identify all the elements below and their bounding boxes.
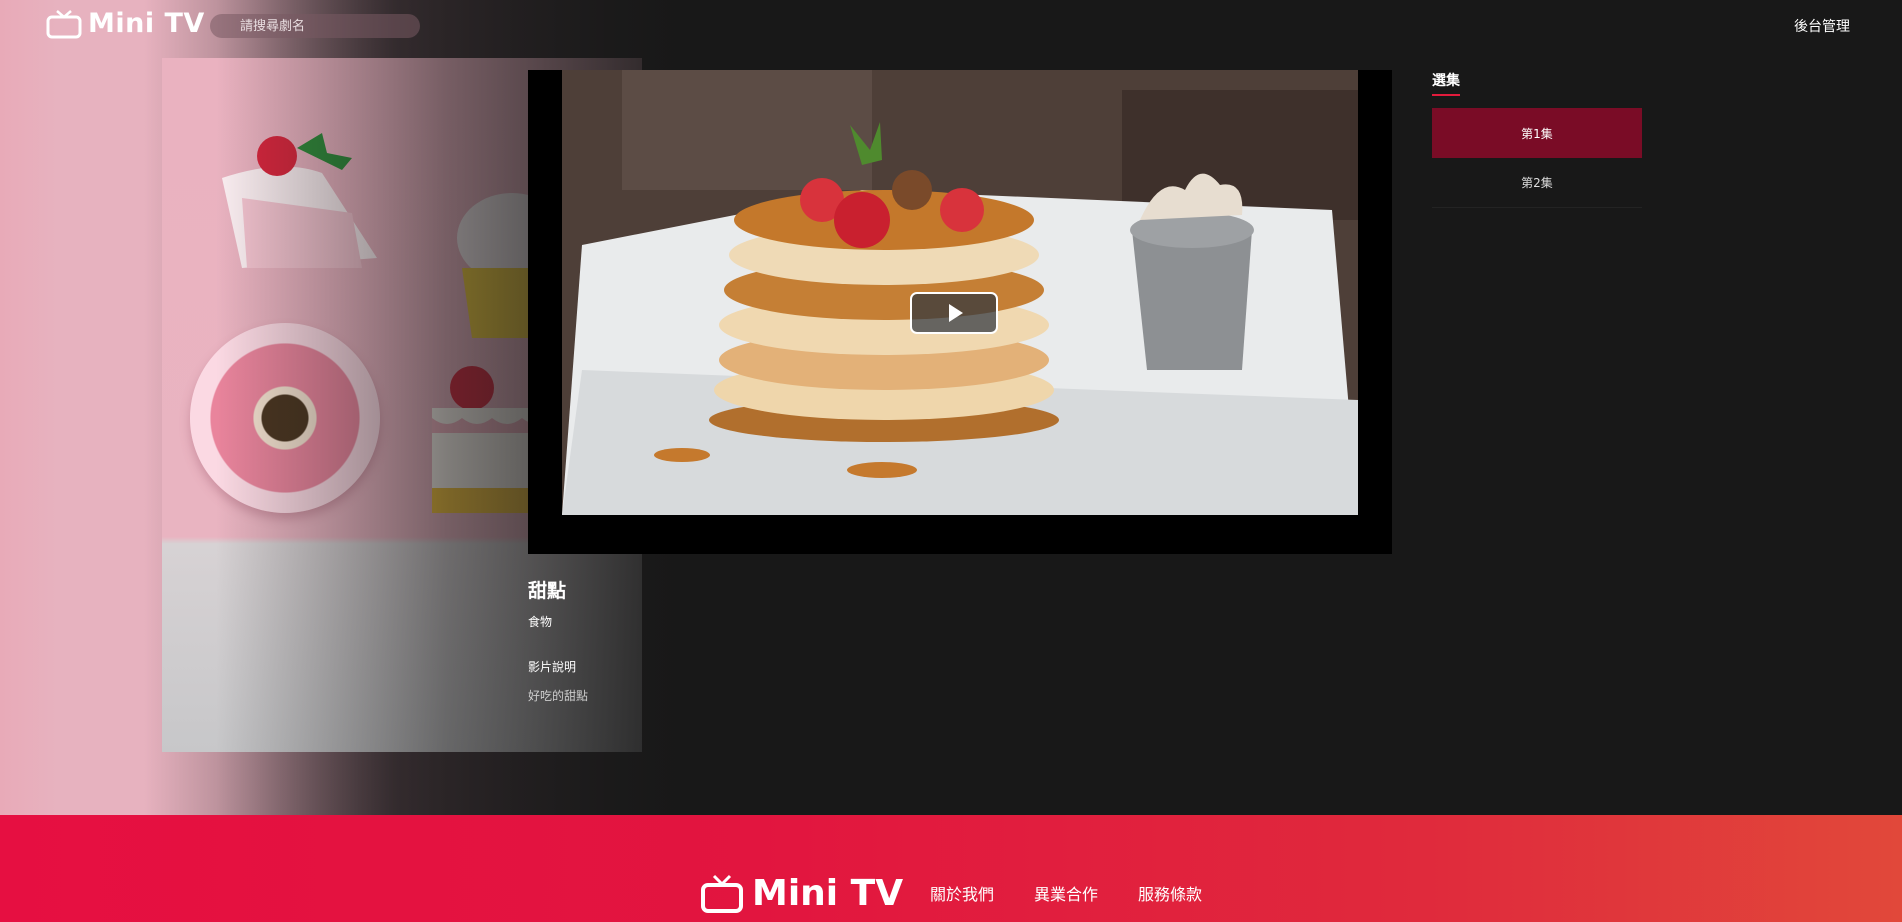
play-icon [949, 304, 963, 322]
episode-heading: 選集 [1432, 70, 1460, 96]
admin-link[interactable]: 後台管理 [1794, 16, 1850, 36]
page: Mini TV 後台管理 [0, 0, 1902, 922]
episode-list: 第1集 第2集 [1432, 108, 1642, 208]
episode-panel: 選集 第1集 第2集 [1432, 70, 1642, 208]
video-player[interactable] [528, 70, 1392, 554]
search-input[interactable] [210, 14, 420, 38]
logo-text: Mini TV [88, 8, 205, 39]
footer-link-terms[interactable]: 服務條款 [1138, 881, 1202, 905]
site-logo[interactable]: Mini TV [46, 8, 205, 39]
episode-item[interactable]: 第2集 [1432, 158, 1642, 208]
play-button[interactable] [910, 292, 998, 334]
video-info: 甜點 食物 影片說明 好吃的甜點 [528, 576, 588, 704]
episode-item[interactable]: 第1集 [1432, 108, 1642, 158]
footer-links: 關於我們 異業合作 服務條款 [930, 881, 1202, 905]
video-category: 食物 [528, 615, 553, 629]
video-description: 好吃的甜點 [528, 689, 589, 703]
footer-link-about[interactable]: 關於我們 [930, 881, 994, 905]
description-heading: 影片說明 [528, 660, 577, 674]
footer-link-partnership[interactable]: 異業合作 [1034, 881, 1098, 905]
top-header: Mini TV 後台管理 [0, 0, 1902, 50]
video-thumbnail [562, 70, 1358, 515]
footer-logo[interactable]: Mini TV [700, 873, 903, 914]
footer-logo-text: Mini TV [752, 873, 904, 914]
video-title: 甜點 [528, 580, 567, 602]
tv-icon [46, 9, 82, 38]
footer: Mini TV 關於我們 異業合作 服務條款 [0, 815, 1902, 922]
tv-icon [701, 874, 743, 913]
